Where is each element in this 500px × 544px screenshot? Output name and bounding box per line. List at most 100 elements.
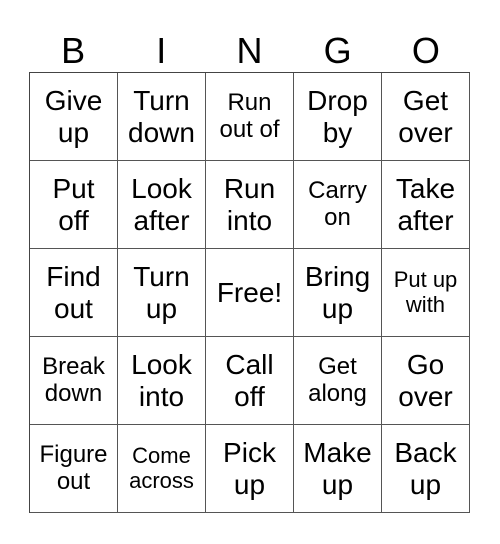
cell-line-2: after (397, 204, 454, 236)
cell-line-2: up (233, 468, 266, 500)
cell-text: Put off (52, 173, 94, 236)
cell-text: Figure out (39, 440, 108, 496)
cell-line-1: Make (303, 437, 372, 469)
bingo-header: B I N G O (29, 30, 470, 72)
cell-line-2: down (128, 116, 195, 148)
bingo-cell[interactable]: Look into (118, 337, 206, 425)
cell-line-2: out (54, 292, 93, 324)
cell-line-2: into (138, 380, 185, 412)
bingo-cell[interactable]: Turn up (118, 249, 206, 337)
cell-line-1: Turn (133, 85, 190, 117)
cell-line-2: up (321, 292, 354, 324)
cell-text: Look into (131, 349, 192, 412)
cell-text: Come across (129, 442, 194, 493)
cell-line-2: on (324, 203, 351, 231)
header-letter-n: N (236, 30, 263, 71)
header-letter-i: I (156, 30, 167, 71)
header-letter-g: G (323, 30, 352, 71)
bingo-cell[interactable]: Come across (118, 425, 206, 513)
cell-text: Free! (217, 277, 282, 308)
cell-line-2: off (58, 204, 89, 236)
bingo-cell[interactable]: Figure out (30, 425, 118, 513)
cell-line-2: up (57, 116, 90, 148)
cell-text: Turn down (128, 85, 195, 148)
cell-line-2: over (398, 380, 453, 412)
cell-text: Give up (45, 85, 103, 148)
cell-text: Back up (394, 437, 456, 500)
cell-line-1: Give (44, 85, 103, 117)
cell-line-2: up (321, 468, 354, 500)
cell-line-1: Call (225, 349, 274, 381)
cell-line-1: Free! (216, 276, 283, 308)
cell-text: Run out of (219, 88, 279, 144)
cell-line-1: Look (131, 173, 192, 205)
cell-line-1: Figure (39, 440, 108, 468)
cell-line-2: by (322, 116, 353, 148)
cell-text: Pick up (223, 437, 276, 500)
cell-text: Take after (396, 173, 455, 236)
bingo-cell[interactable]: Make up (294, 425, 382, 513)
cell-line-1: Get (318, 352, 357, 380)
cell-line-2: with (405, 291, 446, 317)
cell-text: Put up with (393, 266, 458, 317)
cell-text: Go over (398, 349, 452, 412)
header-letter-b: B (61, 30, 86, 71)
cell-line-1: Put (52, 173, 95, 205)
cell-text: Break down (42, 352, 105, 408)
cell-line-2: across (129, 467, 194, 493)
cell-text: Get over (398, 85, 452, 148)
cell-text: Find out (46, 261, 100, 324)
cell-text: Make up (303, 437, 371, 500)
cell-text: Bring up (305, 261, 370, 324)
cell-text: Carry on (308, 176, 367, 232)
bingo-cell[interactable]: Go over (382, 337, 470, 425)
cell-line-2: off (234, 380, 265, 412)
cell-text: Call off (225, 349, 273, 412)
cell-line-2: after (133, 204, 190, 236)
cell-line-1: Pick (223, 437, 276, 469)
cell-line-1: Carry (308, 176, 367, 204)
cell-line-2: up (409, 468, 442, 500)
bingo-cell[interactable]: Run into (206, 161, 294, 249)
cell-text: Look after (131, 173, 192, 236)
bingo-cell[interactable]: Get over (382, 73, 470, 161)
bingo-cell[interactable]: Find out (30, 249, 118, 337)
cell-line-2: down (44, 379, 103, 407)
cell-line-1: Find (46, 261, 101, 293)
cell-line-1: Come (132, 442, 191, 468)
cell-line-1: Take (395, 173, 456, 205)
cell-line-1: Turn (133, 261, 190, 293)
bingo-cell[interactable]: Drop by (294, 73, 382, 161)
bingo-cell[interactable]: Pick up (206, 425, 294, 513)
cell-line-2: up (145, 292, 178, 324)
bingo-cell[interactable]: Look after (118, 161, 206, 249)
bingo-cell[interactable]: Run out of (206, 73, 294, 161)
cell-line-2: along (308, 379, 367, 407)
header-letter-o: O (411, 30, 440, 71)
free-space-cell[interactable]: Free! (206, 249, 294, 337)
cell-line-1: Bring (304, 261, 371, 293)
cell-line-1: Run (227, 88, 272, 116)
cell-line-1: Break (42, 352, 105, 380)
cell-line-2: out (56, 467, 91, 495)
bingo-cell[interactable]: Bring up (294, 249, 382, 337)
bingo-cell[interactable]: Call off (206, 337, 294, 425)
bingo-cell[interactable]: Give up (30, 73, 118, 161)
bingo-cell[interactable]: Put up with (382, 249, 470, 337)
bingo-cell[interactable]: Take after (382, 161, 470, 249)
cell-line-1: Run (223, 173, 276, 205)
cell-line-2: over (398, 116, 453, 148)
cell-line-1: Drop (307, 85, 368, 117)
bingo-cell[interactable]: Get along (294, 337, 382, 425)
bingo-cell[interactable]: Carry on (294, 161, 382, 249)
cell-line-1: Go (406, 349, 445, 381)
cell-text: Run into (224, 173, 275, 236)
bingo-cell[interactable]: Turn down (118, 73, 206, 161)
cell-line-2: into (226, 204, 273, 236)
bingo-cell[interactable]: Break down (30, 337, 118, 425)
cell-text: Get along (308, 352, 367, 408)
bingo-cell[interactable]: Back up (382, 425, 470, 513)
cell-line-1: Put up (393, 266, 458, 292)
cell-text: Turn up (133, 261, 190, 324)
bingo-cell[interactable]: Put off (30, 161, 118, 249)
